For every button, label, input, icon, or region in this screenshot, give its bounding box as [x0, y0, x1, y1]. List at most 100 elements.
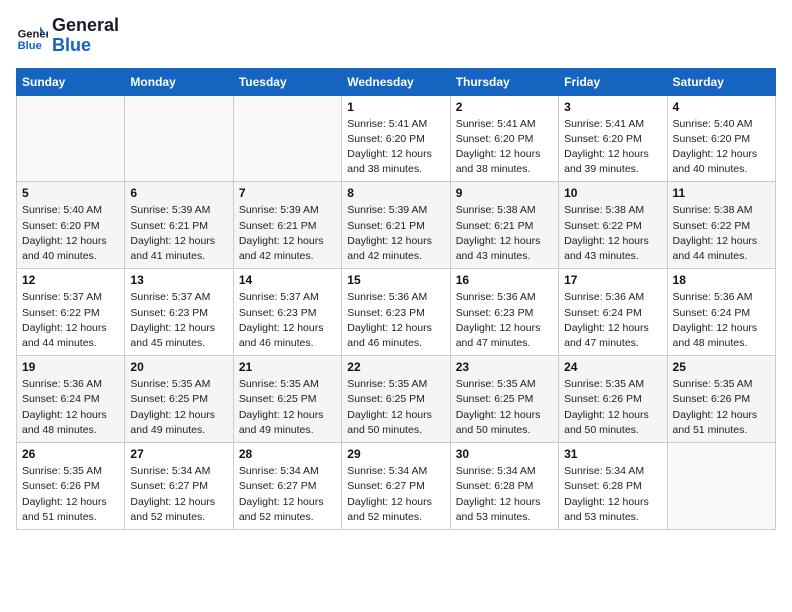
day-number: 15: [347, 273, 444, 287]
day-info: Sunrise: 5:34 AMSunset: 6:27 PMDaylight:…: [130, 464, 227, 525]
calendar-day-cell: 9 Sunrise: 5:38 AMSunset: 6:21 PMDaylight…: [450, 182, 558, 269]
day-number: 29: [347, 447, 444, 461]
calendar-day-cell: 13 Sunrise: 5:37 AMSunset: 6:23 PMDayligh…: [125, 269, 233, 356]
day-info: Sunrise: 5:39 AMSunset: 6:21 PMDaylight:…: [130, 203, 227, 264]
calendar-day-cell: 19 Sunrise: 5:36 AMSunset: 6:24 PMDayligh…: [17, 356, 125, 443]
day-info: Sunrise: 5:36 AMSunset: 6:23 PMDaylight:…: [456, 290, 553, 351]
calendar-day-cell: 3Sunrise: 5:41 AMSunset: 6:20 PMDaylight…: [559, 95, 667, 182]
day-number: 10: [564, 186, 661, 200]
calendar-day-cell: 5Sunrise: 5:40 AMSunset: 6:20 PMDaylight…: [17, 182, 125, 269]
day-number: 27: [130, 447, 227, 461]
calendar-day-cell: 10 Sunrise: 5:38 AMSunset: 6:22 PMDayligh…: [559, 182, 667, 269]
day-info: Sunrise: 5:36 AMSunset: 6:24 PMDaylight:…: [673, 290, 770, 351]
calendar-day-cell: [233, 95, 341, 182]
day-info: Sunrise: 5:37 AMSunset: 6:22 PMDaylight:…: [22, 290, 119, 351]
calendar-day-cell: [17, 95, 125, 182]
calendar-week-row: 1 Sunrise: 5:41 AMSunset: 6:20 PMDaylight…: [17, 95, 776, 182]
day-number: 6: [130, 186, 227, 200]
calendar-day-header: Monday: [125, 68, 233, 95]
calendar-day-cell: 25 Sunrise: 5:35 AMSunset: 6:26 PMDayligh…: [667, 356, 775, 443]
day-info: Sunrise: 5:38 AMSunset: 6:22 PMDaylight:…: [673, 203, 770, 264]
day-number: 7: [239, 186, 336, 200]
day-number: 11: [673, 186, 770, 200]
day-number: 25: [673, 360, 770, 374]
calendar-day-cell: 29 Sunrise: 5:34 AMSunset: 6:27 PMDayligh…: [342, 443, 450, 530]
svg-text:General: General: [18, 28, 48, 40]
day-number: 16: [456, 273, 553, 287]
day-number: 12: [22, 273, 119, 287]
calendar-day-cell: 8 Sunrise: 5:39 AMSunset: 6:21 PMDaylight…: [342, 182, 450, 269]
calendar-day-cell: 30 Sunrise: 5:34 AMSunset: 6:28 PMDayligh…: [450, 443, 558, 530]
calendar-day-cell: 12 Sunrise: 5:37 AMSunset: 6:22 PMDayligh…: [17, 269, 125, 356]
day-number: 18: [673, 273, 770, 287]
day-info: Sunrise: 5:38 AMSunset: 6:21 PMDaylight:…: [456, 203, 553, 264]
calendar-table: SundayMondayTuesdayWednesdayThursdayFrid…: [16, 68, 776, 530]
day-info: Sunrise: 5:35 AMSunset: 6:26 PMDaylight:…: [673, 377, 770, 438]
day-info: Sunrise: 5:38 AMSunset: 6:22 PMDaylight:…: [564, 203, 661, 264]
calendar-day-cell: 11 Sunrise: 5:38 AMSunset: 6:22 PMDayligh…: [667, 182, 775, 269]
calendar-day-cell: 2 Sunrise: 5:41 AMSunset: 6:20 PMDaylight…: [450, 95, 558, 182]
day-number: 31: [564, 447, 661, 461]
day-number: 22: [347, 360, 444, 374]
calendar-day-cell: 31 Sunrise: 5:34 AMSunset: 6:28 PMDayligh…: [559, 443, 667, 530]
calendar-day-cell: 16 Sunrise: 5:36 AMSunset: 6:23 PMDayligh…: [450, 269, 558, 356]
day-info: Sunrise: 5:37 AMSunset: 6:23 PMDaylight:…: [130, 290, 227, 351]
calendar-day-cell: 17Sunrise: 5:36 AMSunset: 6:24 PMDayligh…: [559, 269, 667, 356]
day-number: 14: [239, 273, 336, 287]
logo-blue: Blue: [52, 35, 91, 55]
day-info: Sunrise: 5:35 AMSunset: 6:26 PMDaylight:…: [564, 377, 661, 438]
calendar-day-cell: 15 Sunrise: 5:36 AMSunset: 6:23 PMDayligh…: [342, 269, 450, 356]
day-number: 21: [239, 360, 336, 374]
day-number: 30: [456, 447, 553, 461]
logo: General Blue General Blue: [16, 16, 119, 56]
calendar-day-header: Thursday: [450, 68, 558, 95]
calendar-day-cell: [125, 95, 233, 182]
day-info: Sunrise: 5:41 AMSunset: 6:20 PMDaylight:…: [564, 117, 661, 178]
calendar-day-cell: 14 Sunrise: 5:37 AMSunset: 6:23 PMDayligh…: [233, 269, 341, 356]
day-number: 28: [239, 447, 336, 461]
calendar-day-header: Sunday: [17, 68, 125, 95]
calendar-day-cell: 1 Sunrise: 5:41 AMSunset: 6:20 PMDaylight…: [342, 95, 450, 182]
calendar-week-row: 5Sunrise: 5:40 AMSunset: 6:20 PMDaylight…: [17, 182, 776, 269]
day-number: 19: [22, 360, 119, 374]
calendar-day-cell: 4Sunrise: 5:40 AMSunset: 6:20 PMDaylight…: [667, 95, 775, 182]
day-info: Sunrise: 5:37 AMSunset: 6:23 PMDaylight:…: [239, 290, 336, 351]
day-number: 5: [22, 186, 119, 200]
calendar-day-cell: 22 Sunrise: 5:35 AMSunset: 6:25 PMDayligh…: [342, 356, 450, 443]
page-header: General Blue General Blue: [16, 16, 776, 56]
calendar-day-header: Saturday: [667, 68, 775, 95]
day-number: 24: [564, 360, 661, 374]
day-info: Sunrise: 5:36 AMSunset: 6:23 PMDaylight:…: [347, 290, 444, 351]
day-info: Sunrise: 5:34 AMSunset: 6:28 PMDaylight:…: [564, 464, 661, 525]
day-number: 2: [456, 100, 553, 114]
day-number: 8: [347, 186, 444, 200]
calendar-day-header: Friday: [559, 68, 667, 95]
calendar-day-cell: 23Sunrise: 5:35 AMSunset: 6:25 PMDayligh…: [450, 356, 558, 443]
calendar-header-row: SundayMondayTuesdayWednesdayThursdayFrid…: [17, 68, 776, 95]
day-info: Sunrise: 5:34 AMSunset: 6:27 PMDaylight:…: [239, 464, 336, 525]
calendar-body: 1 Sunrise: 5:41 AMSunset: 6:20 PMDaylight…: [17, 95, 776, 529]
calendar-day-header: Tuesday: [233, 68, 341, 95]
calendar-day-cell: 7Sunrise: 5:39 AMSunset: 6:21 PMDaylight…: [233, 182, 341, 269]
calendar-day-cell: 24 Sunrise: 5:35 AMSunset: 6:26 PMDayligh…: [559, 356, 667, 443]
day-info: Sunrise: 5:34 AMSunset: 6:28 PMDaylight:…: [456, 464, 553, 525]
day-info: Sunrise: 5:41 AMSunset: 6:20 PMDaylight:…: [347, 117, 444, 178]
calendar-day-header: Wednesday: [342, 68, 450, 95]
day-number: 13: [130, 273, 227, 287]
day-number: 1: [347, 100, 444, 114]
day-info: Sunrise: 5:34 AMSunset: 6:27 PMDaylight:…: [347, 464, 444, 525]
calendar-day-cell: 18 Sunrise: 5:36 AMSunset: 6:24 PMDayligh…: [667, 269, 775, 356]
day-info: Sunrise: 5:36 AMSunset: 6:24 PMDaylight:…: [22, 377, 119, 438]
day-number: 26: [22, 447, 119, 461]
day-info: Sunrise: 5:41 AMSunset: 6:20 PMDaylight:…: [456, 117, 553, 178]
day-number: 9: [456, 186, 553, 200]
calendar-day-cell: 27 Sunrise: 5:34 AMSunset: 6:27 PMDayligh…: [125, 443, 233, 530]
calendar-day-cell: 20Sunrise: 5:35 AMSunset: 6:25 PMDayligh…: [125, 356, 233, 443]
day-info: Sunrise: 5:35 AMSunset: 6:25 PMDaylight:…: [347, 377, 444, 438]
day-info: Sunrise: 5:35 AMSunset: 6:25 PMDaylight:…: [130, 377, 227, 438]
day-info: Sunrise: 5:39 AMSunset: 6:21 PMDaylight:…: [347, 203, 444, 264]
logo-general: General: [52, 15, 119, 35]
calendar-day-cell: 6 Sunrise: 5:39 AMSunset: 6:21 PMDaylight…: [125, 182, 233, 269]
day-info: Sunrise: 5:35 AMSunset: 6:25 PMDaylight:…: [239, 377, 336, 438]
day-number: 23: [456, 360, 553, 374]
